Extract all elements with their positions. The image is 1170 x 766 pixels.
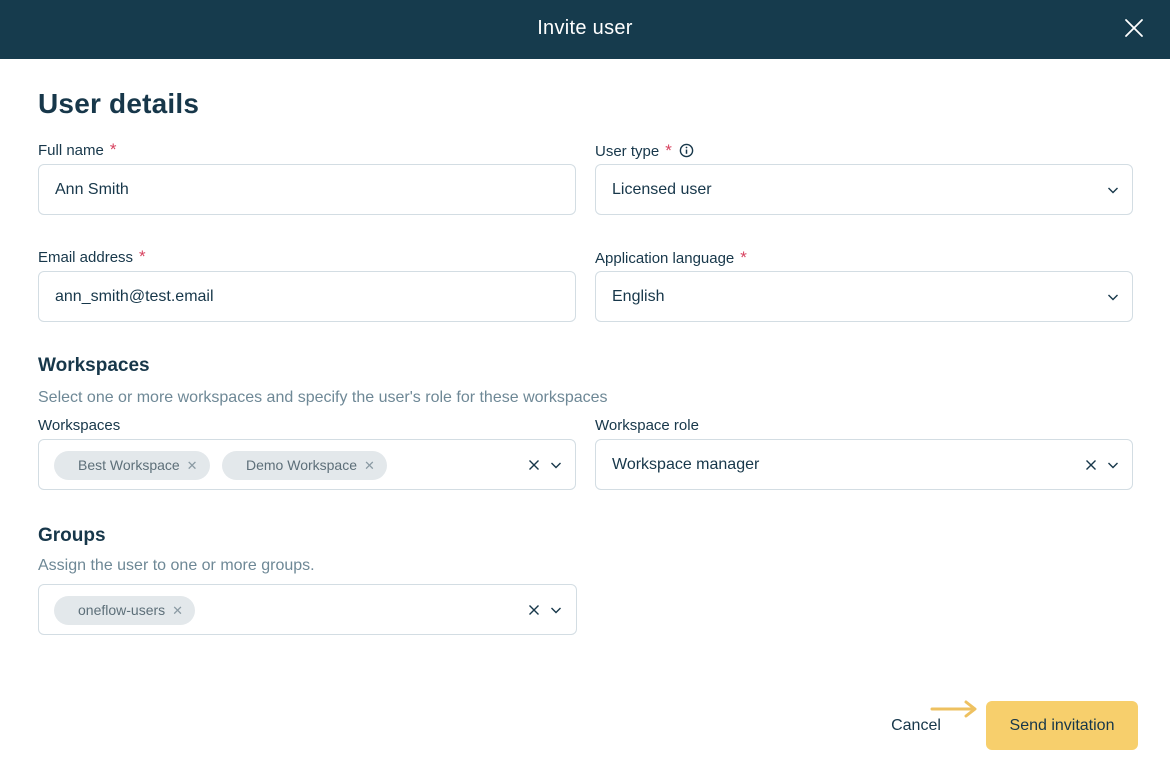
chevron-down-icon[interactable] xyxy=(1106,290,1120,304)
user-type-label: User type * xyxy=(595,141,694,161)
clear-icon[interactable] xyxy=(1084,458,1098,472)
section-title-user-details: User details xyxy=(38,88,200,119)
workspace-role-value: Workspace manager xyxy=(612,456,760,473)
chevron-down-icon[interactable] xyxy=(1106,183,1120,197)
group-chip: oneflow-users ✕ xyxy=(54,596,196,625)
workspace-role-select[interactable]: Workspace manager xyxy=(595,439,1133,490)
language-select[interactable]: English xyxy=(595,271,1133,322)
user-type-value: Licensed user xyxy=(612,181,712,198)
required-mark: * xyxy=(109,140,117,159)
workspaces-label: Workspaces xyxy=(38,417,121,434)
clear-icon[interactable] xyxy=(527,603,541,617)
language-value: English xyxy=(612,288,665,305)
remove-chip-icon[interactable]: ✕ xyxy=(364,451,375,480)
required-mark: * xyxy=(665,141,672,160)
full-name-label: Full name * xyxy=(38,140,117,159)
chip-label: oneflow-users xyxy=(78,602,166,618)
chevron-down-icon[interactable] xyxy=(1106,458,1120,472)
full-name-value: Ann Smith xyxy=(55,181,129,198)
workspaces-description: Select one or more workspaces and specif… xyxy=(38,389,608,406)
language-label: Application language * xyxy=(595,248,747,267)
required-mark: * xyxy=(139,247,146,266)
full-name-field[interactable]: Ann Smith xyxy=(38,164,576,215)
required-mark: * xyxy=(740,248,747,267)
chevron-down-icon[interactable] xyxy=(549,603,563,617)
chip-label: Best Workspace xyxy=(78,457,180,473)
dialog-header: Invite user xyxy=(0,0,1170,59)
email-value: ann_smith@test.email xyxy=(55,288,214,305)
email-label: Email address * xyxy=(38,247,146,266)
remove-chip-icon[interactable]: ✕ xyxy=(187,451,198,480)
user-type-select[interactable]: Licensed user xyxy=(595,164,1133,215)
arrow-right-icon xyxy=(930,700,977,718)
workspace-role-label: Workspace role xyxy=(595,417,699,434)
section-title-workspaces: Workspaces xyxy=(38,355,150,376)
remove-chip-icon[interactable]: ✕ xyxy=(172,596,183,625)
workspace-chip: Best Workspace ✕ xyxy=(54,451,210,480)
clear-icon[interactable] xyxy=(527,458,541,472)
info-icon[interactable] xyxy=(679,143,694,158)
chip-label: Demo Workspace xyxy=(246,457,358,473)
chevron-down-icon[interactable] xyxy=(549,458,563,472)
workspaces-multiselect[interactable]: Best Workspace ✕ Demo Workspace ✕ xyxy=(38,439,576,490)
close-icon[interactable] xyxy=(1122,16,1146,40)
email-field[interactable]: ann_smith@test.email xyxy=(38,271,576,322)
workspace-chip: Demo Workspace ✕ xyxy=(222,451,387,480)
dialog-title: Invite user xyxy=(537,17,633,39)
groups-description: Assign the user to one or more groups. xyxy=(38,557,315,574)
send-invitation-button[interactable]: Send invitation xyxy=(986,701,1138,750)
section-title-groups: Groups xyxy=(38,525,106,546)
groups-multiselect[interactable]: oneflow-users ✕ xyxy=(38,584,577,635)
